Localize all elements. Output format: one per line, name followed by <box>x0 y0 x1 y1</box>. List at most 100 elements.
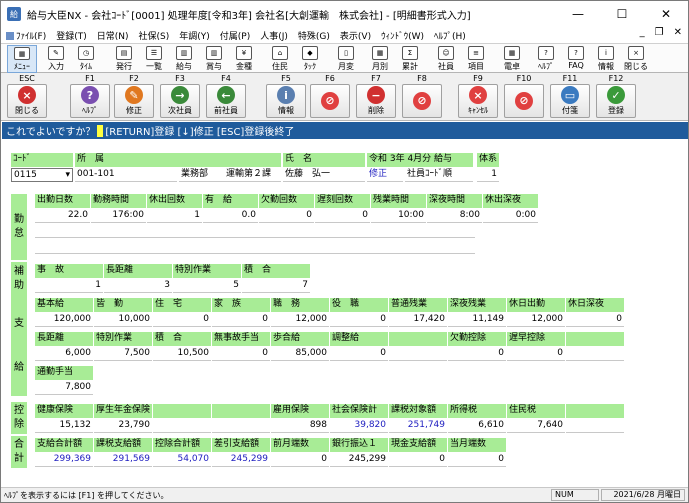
total-value[interactable]: 0 <box>448 453 506 467</box>
toolbar-resident[interactable]: ⌂ 住民 <box>265 45 295 73</box>
pay-value[interactable]: 7,800 <box>35 381 93 395</box>
pay-value[interactable]: 12,000 <box>271 313 329 327</box>
pay-value[interactable]: 10,500 <box>153 347 211 361</box>
deduction-value[interactable] <box>212 419 270 433</box>
pay-value[interactable]: 7,500 <box>94 347 152 361</box>
attendance-value[interactable]: 0 <box>315 209 370 223</box>
deduction-value[interactable]: 6,610 <box>448 419 506 433</box>
menu-window[interactable]: ｳｨﾝﾄﾞｳ(W) <box>376 29 429 42</box>
menu-special[interactable]: 特殊(G) <box>293 29 335 42</box>
pay-value[interactable]: 10,000 <box>94 313 152 327</box>
toolbar-faq[interactable]: ? FAQ <box>561 45 591 73</box>
menu-hr[interactable]: 人事(J) <box>255 29 293 42</box>
fkey-esc[interactable]: ESC × 閉じる <box>4 74 50 120</box>
fkey-f2[interactable]: F2 ✎ 修正 <box>111 74 157 120</box>
toolbar-monthly-change[interactable]: ▯ 月変 <box>331 45 361 73</box>
pay-value[interactable]: 0 <box>153 313 211 327</box>
total-value[interactable]: 291,569 <box>94 453 152 467</box>
menu-year-end[interactable]: 年調(Y) <box>174 29 215 42</box>
toolbar-bonus[interactable]: ▥ 賞与 <box>199 45 229 73</box>
pay-value[interactable]: 0 <box>212 313 270 327</box>
menu-help[interactable]: ﾍﾙﾌﾟ(H) <box>429 29 471 42</box>
toolbar-time[interactable]: ◷ ﾀｲﾑ <box>71 45 101 73</box>
attendance-value[interactable]: 0.0 <box>203 209 258 223</box>
toolbar-denomination[interactable]: ¥ 金種 <box>229 45 259 73</box>
pay-value[interactable]: 6,000 <box>35 347 93 361</box>
toolbar-employee[interactable]: ☺ 社員 <box>431 45 461 73</box>
toolbar-cumulative[interactable]: Σ 累計 <box>395 45 425 73</box>
pay-value[interactable]: 11,149 <box>448 313 506 327</box>
pay-value[interactable]: 17,420 <box>389 313 447 327</box>
pay-value[interactable] <box>389 347 447 361</box>
deduction-value[interactable]: 898 <box>271 419 329 433</box>
deduction-value[interactable]: 251,749 <box>389 419 447 433</box>
toolbar-list[interactable]: ☰ 一覧 <box>139 45 169 73</box>
maximize-button[interactable]: ☐ <box>600 1 644 27</box>
pay-value[interactable]: 0 <box>330 313 388 327</box>
pay-value[interactable]: 0 <box>507 347 565 361</box>
fkey-f6[interactable]: F6 ⊘ <box>307 74 353 120</box>
toolbar-issue[interactable]: ▤ 発行 <box>109 45 139 73</box>
toolbar-items[interactable]: ≡ 項目 <box>461 45 491 73</box>
total-value[interactable]: 245,299 <box>330 453 388 467</box>
aux-value[interactable]: 3 <box>104 279 172 293</box>
fkey-f9[interactable]: F9 × ｷｬﾝｾﾙ <box>455 74 501 120</box>
toolbar-salary[interactable]: ▥ 給与 <box>169 45 199 73</box>
deduction-value[interactable]: 15,132 <box>35 419 93 433</box>
pay-value[interactable]: 85,000 <box>271 347 329 361</box>
attendance-value[interactable]: 10:00 <box>371 209 426 223</box>
minimize-button[interactable]: — <box>556 1 600 27</box>
deduction-value[interactable]: 7,640 <box>507 419 565 433</box>
toolbar-calculator[interactable]: ▦ 電卓 <box>497 45 527 73</box>
pay-value[interactable]: 0 <box>212 347 270 361</box>
toolbar-monthly[interactable]: ▦ 月別 <box>365 45 395 73</box>
toolbar-help[interactable]: ? ﾍﾙﾌﾟ <box>531 45 561 73</box>
attendance-value[interactable]: 0:00 <box>483 209 538 223</box>
attendance-value[interactable]: 176:00 <box>91 209 146 223</box>
total-value[interactable]: 0 <box>389 453 447 467</box>
aux-value[interactable]: 1 <box>35 279 103 293</box>
mdi-restore-button[interactable]: ❐ <box>655 27 664 38</box>
fkey-f11[interactable]: F11 ▭ 付箋 <box>547 74 593 120</box>
total-value[interactable]: 245,299 <box>212 453 270 467</box>
attendance-value[interactable]: 0 <box>259 209 314 223</box>
pay-value[interactable]: 120,000 <box>35 313 93 327</box>
fkey-f3[interactable]: F3 → 次社員 <box>157 74 203 120</box>
menu-view[interactable]: 表示(V) <box>335 29 376 42</box>
deduction-value[interactable] <box>566 419 624 433</box>
pay-value[interactable]: 0 <box>448 347 506 361</box>
attendance-value[interactable]: 8:00 <box>427 209 482 223</box>
mdi-close-button[interactable]: ✕ <box>674 27 682 38</box>
total-value[interactable]: 54,070 <box>153 453 211 467</box>
menu-file[interactable]: ﾌｧｲﾙ(F) <box>1 29 51 42</box>
total-value[interactable]: 0 <box>271 453 329 467</box>
fkey-f12[interactable]: F12 ✓ 登録 <box>593 74 639 120</box>
pay-value[interactable] <box>566 347 624 361</box>
menu-social-insurance[interactable]: 社保(S) <box>134 29 175 42</box>
menu-daily[interactable]: 日常(N) <box>92 29 134 42</box>
pay-value[interactable]: 0 <box>566 313 624 327</box>
toolbar-input[interactable]: ✎ 入力 <box>41 45 71 73</box>
fkey-f5[interactable]: F5 i 情報 <box>263 74 309 120</box>
toolbar-info[interactable]: i 情報 <box>591 45 621 73</box>
fkey-f10[interactable]: F10 ⊘ <box>501 74 547 120</box>
total-value[interactable]: 299,369 <box>35 453 93 467</box>
attendance-value[interactable]: 22.0 <box>35 209 90 223</box>
mdi-minimize-button[interactable]: _ <box>640 27 645 38</box>
aux-value[interactable]: 7 <box>242 279 310 293</box>
attendance-value[interactable]: 1 <box>147 209 202 223</box>
deduction-value[interactable] <box>153 419 211 433</box>
fkey-f1[interactable]: F1? ﾍﾙﾌﾟ <box>67 74 113 120</box>
deduction-value[interactable]: 23,790 <box>94 419 152 433</box>
pay-value[interactable]: 12,000 <box>507 313 565 327</box>
employee-code-select[interactable]: 0115 ▾ <box>11 168 73 182</box>
close-button[interactable]: ✕ <box>644 1 688 27</box>
toolbar-menu[interactable]: ▦ ﾒﾆｭｰ <box>7 45 37 73</box>
pay-value[interactable]: 0 <box>330 347 388 361</box>
fkey-f7[interactable]: F7− 削除 <box>353 74 399 120</box>
menu-register[interactable]: 登録(T) <box>51 29 92 42</box>
fkey-f4[interactable]: F4 ← 前社員 <box>203 74 249 120</box>
deduction-value[interactable]: 39,820 <box>330 419 388 433</box>
toolbar-tack[interactable]: ◆ ﾀｯｸ <box>295 45 325 73</box>
fkey-f8[interactable]: F8 ⊘ <box>399 74 445 120</box>
